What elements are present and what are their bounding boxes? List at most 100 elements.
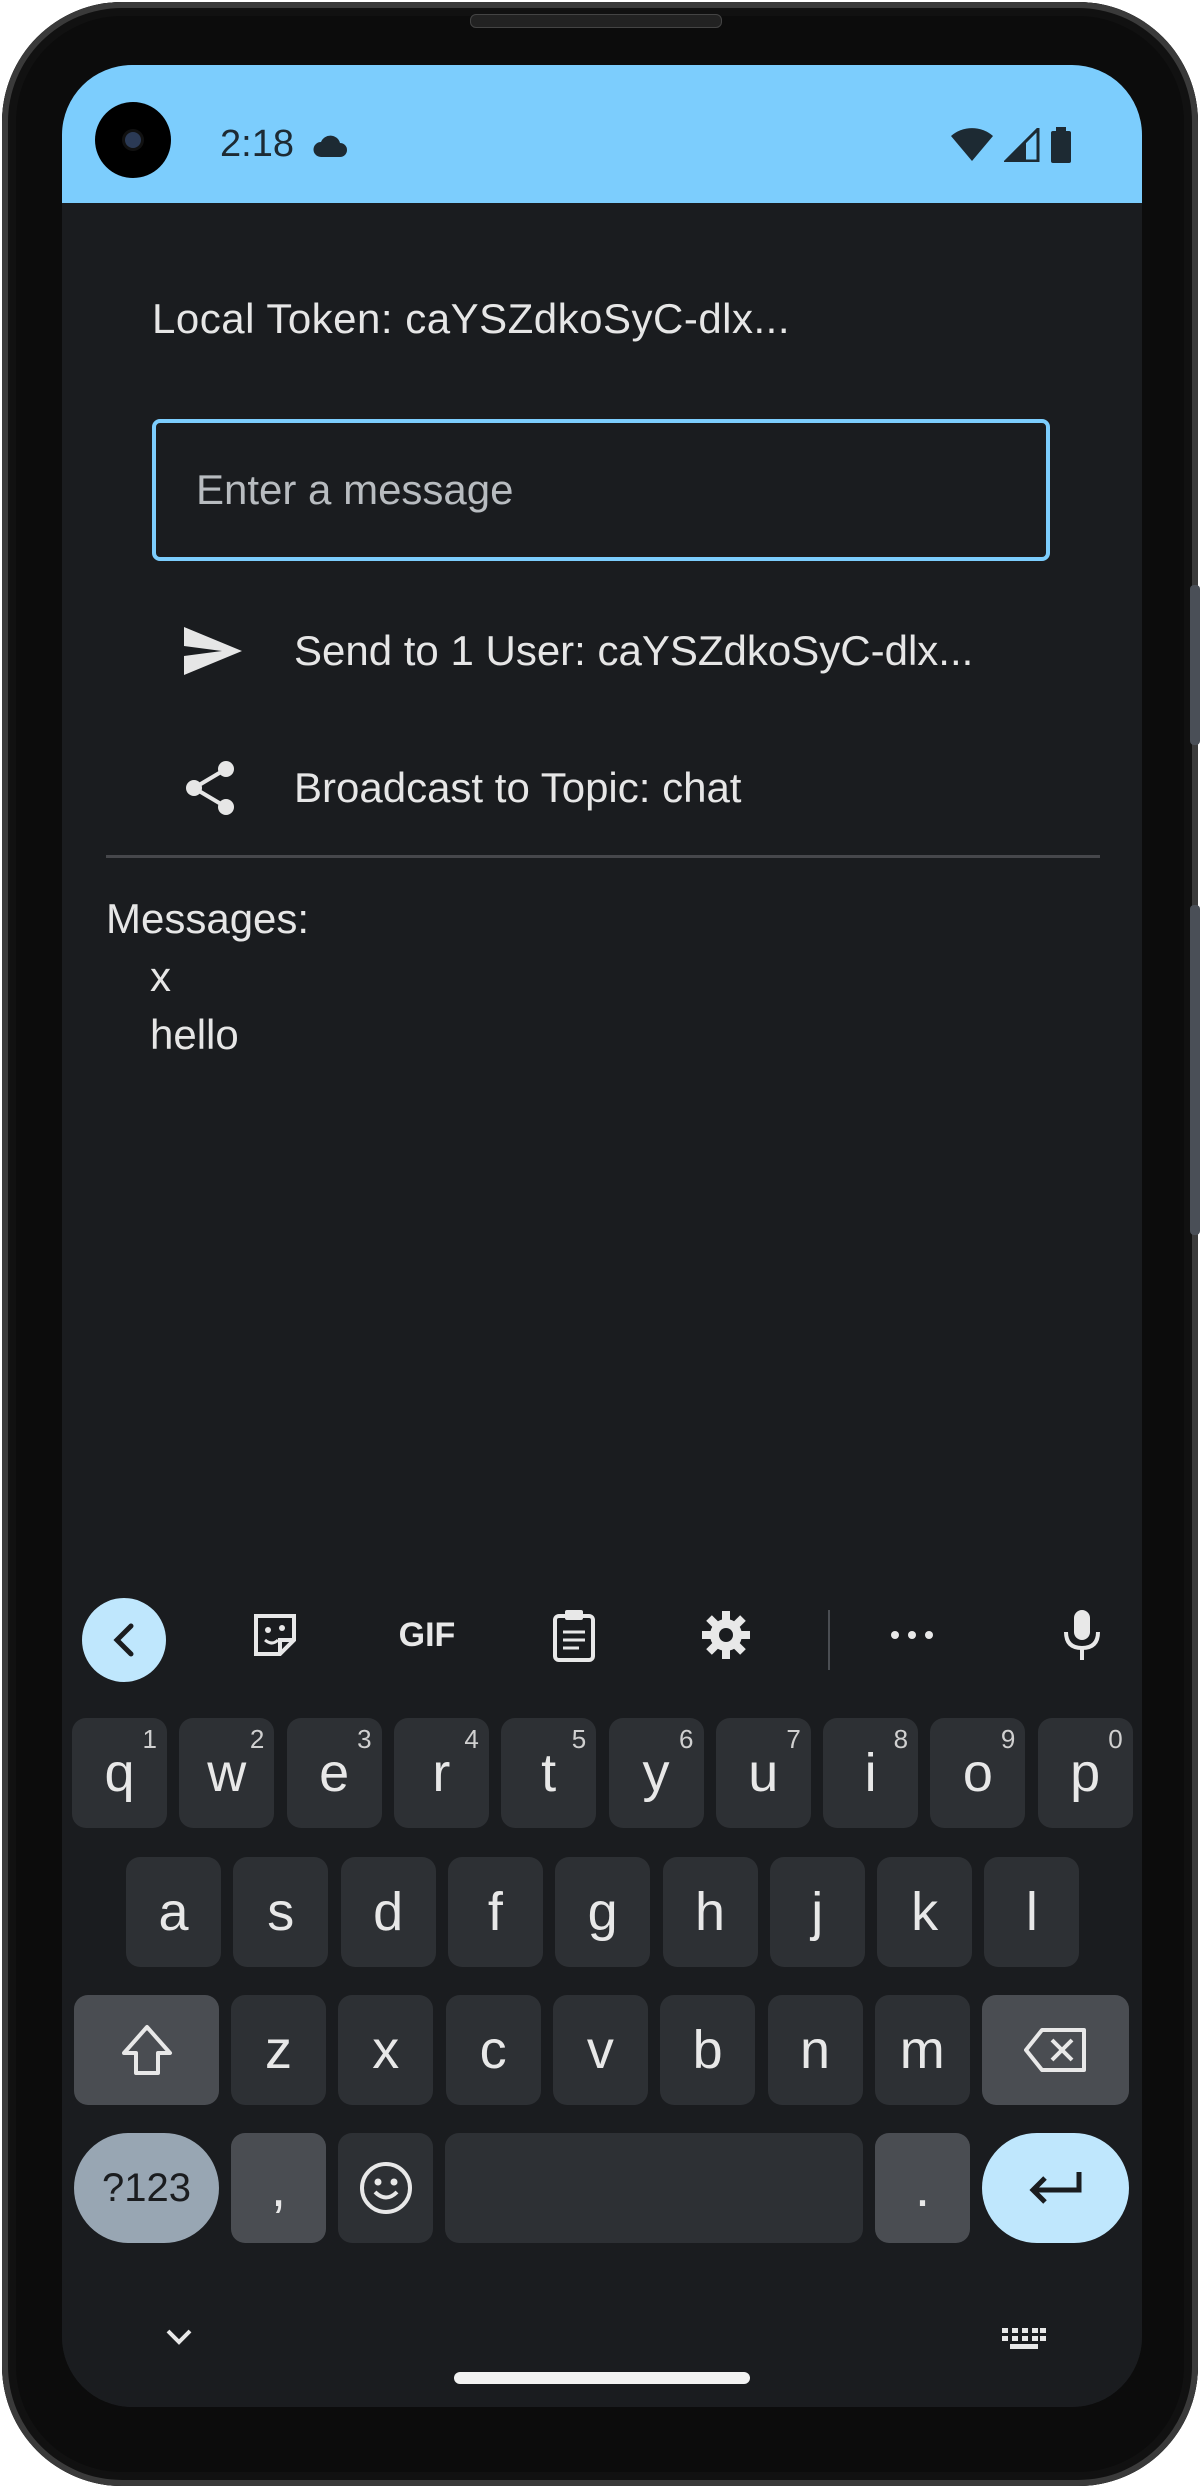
key-label: r — [432, 1743, 451, 1803]
key-label: i — [864, 1743, 877, 1803]
comma-key[interactable]: , — [231, 2133, 326, 2243]
symbols-key[interactable]: ?123 — [74, 2133, 219, 2243]
key-n[interactable]: n — [767, 1995, 863, 2105]
key-e[interactable]: e3 — [286, 1718, 382, 1828]
key-hint: 3 — [357, 1724, 372, 1754]
send-to-user-button[interactable]: Send to 1 User: caYSZdkoSyC-dlx... — [182, 625, 973, 677]
key-r[interactable]: r4 — [393, 1718, 489, 1828]
cell-signal-icon — [1004, 128, 1040, 162]
more-options-button[interactable] — [882, 1570, 942, 1700]
key-v[interactable]: v — [552, 1995, 648, 2105]
key-hint: 2 — [249, 1724, 265, 1754]
keyboard-collapse-toolbar-button[interactable] — [82, 1598, 166, 1682]
sticker-button[interactable] — [240, 1570, 310, 1700]
status-icons — [950, 127, 1072, 163]
status-bar: 2:18 — [62, 65, 1142, 203]
toolbar-separator — [828, 1610, 830, 1670]
key-s[interactable]: s — [233, 1857, 329, 1967]
shift-icon — [121, 2025, 172, 2075]
key-label: w — [207, 1743, 247, 1803]
key-hint: 0 — [1108, 1724, 1123, 1754]
send-to-user-label: Send to 1 User: caYSZdkoSyC-dlx... — [294, 627, 974, 674]
local-token-label: Local Token: caYSZdkoSyC-dlx... — [152, 295, 791, 342]
messages-list: Messages: x hello — [106, 890, 309, 1064]
key-p[interactable]: p0 — [1037, 1718, 1133, 1828]
sticker-icon — [254, 1614, 296, 1656]
key-c[interactable]: c — [445, 1995, 541, 2105]
message-item: hello — [150, 1011, 239, 1058]
enter-icon — [1028, 2172, 1081, 2204]
key-k[interactable]: k — [877, 1857, 973, 1967]
broadcast-button[interactable]: Broadcast to Topic: chat — [182, 759, 741, 817]
key-o[interactable]: o9 — [930, 1718, 1026, 1828]
power-button — [1190, 905, 1200, 1235]
emoji-icon — [359, 2162, 412, 2214]
key-w[interactable]: w2 — [179, 1718, 275, 1828]
key-label: t — [541, 1743, 557, 1803]
settings-button[interactable] — [696, 1570, 756, 1700]
key-hint: 4 — [464, 1724, 479, 1754]
gif-button[interactable]: GIF — [387, 1570, 467, 1700]
key-y[interactable]: y6 — [608, 1718, 704, 1828]
key-g[interactable]: g — [555, 1857, 651, 1967]
clipboard-icon — [553, 1610, 595, 1662]
key-label: e — [319, 1743, 350, 1803]
home-gesture-bar[interactable] — [454, 2372, 750, 2384]
key-h[interactable]: h — [662, 1857, 758, 1967]
key-x[interactable]: x — [338, 1995, 434, 2105]
messages-header: Messages: — [106, 895, 310, 942]
emoji-key[interactable] — [338, 2133, 433, 2243]
key-q[interactable]: q1 — [72, 1718, 167, 1828]
wifi-icon — [951, 128, 993, 161]
enter-key[interactable] — [982, 2133, 1129, 2243]
key-d[interactable]: d — [340, 1857, 436, 1967]
key-f[interactable]: f — [447, 1857, 543, 1967]
gear-icon — [702, 1611, 750, 1659]
key-a[interactable]: a — [126, 1857, 221, 1967]
more-horizontal-icon — [891, 1631, 933, 1639]
key-label: u — [748, 1743, 779, 1803]
space-key[interactable] — [445, 2133, 863, 2243]
front-camera — [95, 102, 171, 178]
key-label: o — [962, 1743, 993, 1803]
broadcast-label: Broadcast to Topic: chat — [294, 764, 742, 811]
key-t[interactable]: t5 — [501, 1718, 597, 1828]
battery-icon — [1051, 127, 1071, 163]
key-u[interactable]: u7 — [715, 1718, 811, 1828]
shift-key[interactable] — [74, 1995, 219, 2105]
key-label: y — [642, 1743, 670, 1803]
key-i[interactable]: i8 — [823, 1718, 919, 1828]
send-icon — [182, 625, 264, 677]
key-label: q — [104, 1743, 135, 1803]
voice-input-button[interactable] — [1052, 1570, 1112, 1700]
keyboard-switch-icon[interactable] — [1002, 2328, 1046, 2350]
key-hint: 9 — [1000, 1724, 1016, 1754]
message-input[interactable] — [152, 419, 1050, 561]
share-icon — [182, 759, 264, 817]
key-m[interactable]: m — [874, 1995, 970, 2105]
key-hint: 6 — [679, 1724, 694, 1754]
hide-keyboard-icon[interactable] — [164, 2327, 194, 2347]
key-hint: 8 — [893, 1724, 909, 1754]
key-z[interactable]: z — [231, 1995, 326, 2105]
status-time: 2:18 — [220, 123, 294, 165]
key-hint: 7 — [786, 1724, 801, 1754]
screen: 2:18 Local Token: caYSZdkoSyC-dlx... Sen… — [62, 65, 1142, 2407]
backspace-key[interactable] — [982, 1995, 1129, 2105]
volume-button — [1190, 585, 1200, 745]
soft-keyboard: GIF q 1 w 2 e 3 r 4 t 5 y 6 u 7 i 8 o 9 … — [62, 1570, 1142, 2407]
key-j[interactable]: j — [769, 1857, 865, 1967]
backspace-icon — [1023, 2028, 1086, 2072]
key-hint: 5 — [571, 1724, 587, 1754]
divider — [106, 855, 1100, 858]
cloud-icon — [313, 135, 347, 157]
message-item: x — [150, 953, 171, 1000]
key-label: p — [1070, 1743, 1101, 1803]
microphone-icon — [1064, 1610, 1100, 1660]
period-key[interactable]: . — [875, 2133, 970, 2243]
key-l[interactable]: l — [984, 1857, 1080, 1967]
key-b[interactable]: b — [660, 1995, 756, 2105]
clipboard-button[interactable] — [544, 1570, 604, 1700]
earpiece-speaker — [470, 14, 722, 28]
key-hint: 1 — [142, 1724, 157, 1754]
